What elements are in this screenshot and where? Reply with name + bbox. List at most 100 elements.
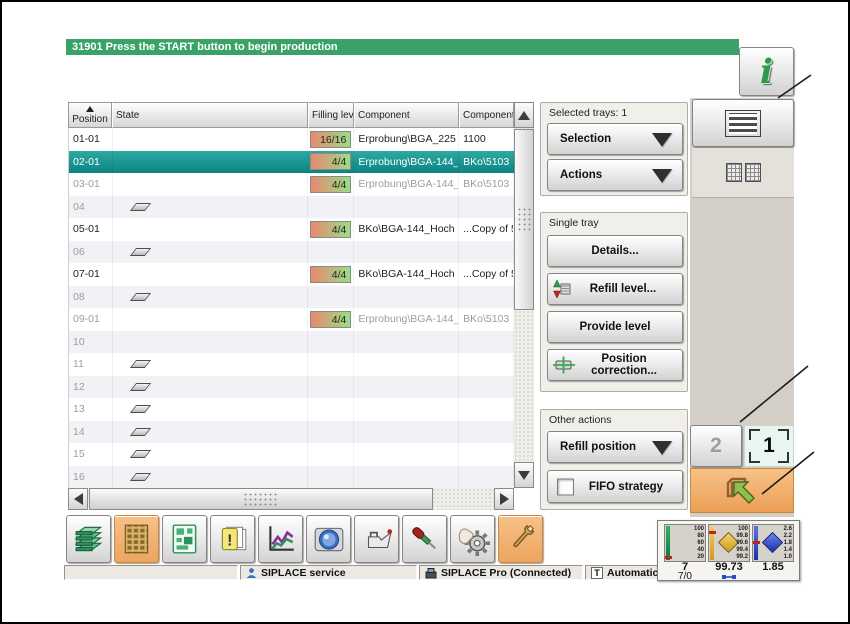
toolbar-button-manual[interactable] <box>450 515 495 563</box>
info-icon: i <box>760 51 773 92</box>
refill-position-dropdown[interactable]: Refill position <box>547 431 683 463</box>
table-row[interactable]: 12 <box>69 375 514 398</box>
selection-dropdown[interactable]: Selection <box>547 123 683 155</box>
table-cell: BKo\5103 <box>459 173 514 196</box>
column-header-position[interactable]: Position <box>68 102 112 128</box>
toolbar-button-board[interactable] <box>162 515 207 563</box>
filling-level-badge: 4/4 <box>310 220 352 238</box>
table-row[interactable]: 07-01 4/4BKo\BGA-144_Hoch...Copy of 51 <box>69 263 514 286</box>
table-row[interactable]: 06 <box>69 240 514 263</box>
arrow-up-icon <box>518 110 530 120</box>
svg-text:!: ! <box>227 532 232 549</box>
list-view-icon <box>725 109 761 137</box>
table-cell: 4/4 <box>308 308 355 331</box>
screwdriver-icon <box>411 527 436 550</box>
table-cell <box>113 420 309 443</box>
gantry-1-button[interactable]: 1 <box>744 425 794 467</box>
column-header-component2[interactable]: Component <box>459 102 514 128</box>
horizontal-scrollbar[interactable] <box>68 488 514 510</box>
dropdown-triangle-icon <box>652 133 672 147</box>
provide-level-button[interactable]: Provide level <box>547 311 683 343</box>
refill-level-button[interactable]: Refill level... <box>547 273 683 305</box>
column-header-component[interactable]: Component <box>354 102 459 128</box>
gauge-scale-g1: 100 80 60 40 20 <box>693 526 704 560</box>
table-row[interactable]: 11 <box>69 353 514 376</box>
single-tray-group: Single tray Details... Refill level... P… <box>540 212 688 392</box>
table-cell <box>308 240 355 263</box>
main-toolbar: ! <box>66 515 543 564</box>
vertical-scroll-thumb[interactable] <box>514 129 534 310</box>
back-button[interactable] <box>690 468 794 513</box>
grip-dots-icon <box>243 491 279 507</box>
sort-ascending-icon <box>86 106 94 112</box>
table-cell <box>308 420 355 443</box>
toolbar-button-vision[interactable] <box>306 515 351 563</box>
toolbar-button-trays[interactable] <box>114 515 159 563</box>
fifo-checkbox[interactable] <box>557 478 574 495</box>
gauge-value-1b: 7/0 <box>678 571 692 582</box>
table-cell: 01-01 <box>69 128 113 151</box>
toolbar-button-service[interactable] <box>498 515 543 563</box>
table-row[interactable]: 14 <box>69 420 514 443</box>
toolbar-button-statistics[interactable] <box>258 515 303 563</box>
focus-corner <box>749 452 760 463</box>
table-cell: 16/16 <box>308 128 355 151</box>
table-row[interactable]: 15 <box>69 443 514 466</box>
scroll-right-button[interactable] <box>494 488 514 510</box>
return-arrow-icon <box>726 477 755 504</box>
actions-dropdown[interactable]: Actions <box>547 159 683 191</box>
toolbar-button-setup[interactable] <box>402 515 447 563</box>
scroll-left-button[interactable] <box>68 488 88 510</box>
table-row[interactable]: 05-01 4/4BKo\BGA-144_Hoch...Copy of 51 <box>69 218 514 241</box>
filling-level-badge: 4/4 <box>310 153 352 171</box>
arrow-down-icon <box>518 470 530 480</box>
details-button[interactable]: Details... <box>547 235 683 267</box>
gauge-value-3: 1.85 <box>762 561 784 573</box>
message-bar: 31901 Press the START button to begin pr… <box>66 39 739 55</box>
table-row[interactable]: 09-01 4/4 Erprobung\BGA-144_3 BKo\5103 <box>69 308 514 331</box>
actions-label: Actions <box>560 169 603 181</box>
table-cell <box>459 330 514 353</box>
vertical-scrollbar[interactable] <box>514 102 534 488</box>
table-row[interactable]: 04 <box>69 195 514 218</box>
scroll-up-button[interactable] <box>514 102 534 128</box>
table-cell: 13 <box>69 398 113 421</box>
table-cell <box>113 465 309 488</box>
selection-label: Selection <box>560 133 612 145</box>
table-row[interactable]: 01-01 16/16 Erprobung\BGA_225 1100 <box>69 128 514 151</box>
table-cell <box>354 195 460 218</box>
position-correction-button[interactable]: Position correction... <box>547 349 683 381</box>
info-button[interactable]: i <box>739 47 794 96</box>
table-cell: 11 <box>69 353 113 376</box>
table-cell: BKo\5103 <box>459 308 514 331</box>
toolbar-button-messages[interactable]: ! <box>210 515 255 563</box>
list-view-tab[interactable] <box>692 99 794 147</box>
horizontal-scroll-thumb[interactable] <box>89 488 433 510</box>
dropdown-triangle-icon <box>652 169 672 183</box>
provide-level-label: Provide level <box>579 321 651 333</box>
table-row[interactable]: 10 <box>69 330 514 353</box>
tray-view-tab[interactable] <box>692 148 794 198</box>
mode-label: Automatic <box>607 566 659 579</box>
fifo-strategy-button[interactable]: FIFO strategy <box>547 470 683 503</box>
table-cell <box>354 353 460 376</box>
tray-icon <box>129 382 152 391</box>
scroll-down-button[interactable] <box>514 462 534 488</box>
table-row[interactable]: 13 <box>69 398 514 421</box>
other-actions-group: Other actions Refill position FIFO strat… <box>540 409 688 510</box>
column-header-state[interactable]: State <box>112 102 308 128</box>
toolbar-button-maintenance[interactable] <box>354 515 399 563</box>
table-cell: 03-01 <box>69 173 113 196</box>
table-row[interactable]: 08 <box>69 285 514 308</box>
table-cell: BKo\BGA-144_Hoch <box>354 218 460 241</box>
table-cell: Erprobung\BGA-144_1 <box>354 150 460 173</box>
tray-icon <box>129 405 152 414</box>
toolbar-button-production[interactable] <box>66 515 111 563</box>
table-row[interactable]: 03-01 4/4 Erprobung\BGA-144_2 BKo\5103 <box>69 173 514 196</box>
table-row[interactable]: 02-01 4/4 Erprobung\BGA-144_1 BKo\5103 <box>69 150 514 173</box>
arrow-right-icon <box>499 493 509 505</box>
column-header-filling-level[interactable]: Filling level <box>308 102 354 128</box>
gantry-2-button[interactable]: 2 <box>690 425 742 467</box>
table-header: Position State Filling level Component C… <box>68 102 514 128</box>
table-row[interactable]: 16 <box>69 465 514 488</box>
